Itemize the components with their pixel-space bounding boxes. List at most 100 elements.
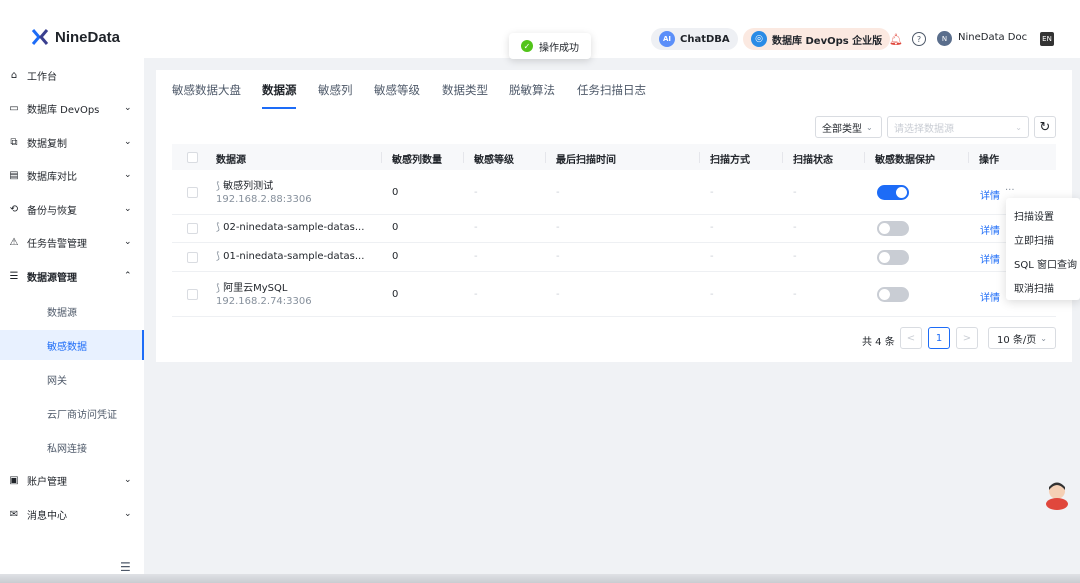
assistant-avatar-icon[interactable] — [1044, 480, 1070, 510]
sidebar-item-messages[interactable]: ✉ 消息中心 ⌄ — [0, 506, 144, 522]
column-divider — [545, 152, 546, 163]
sidebar-item-label: 备份与恢复 — [27, 205, 77, 217]
sidebar-item-gateway[interactable]: 网关 — [0, 370, 144, 388]
sidebar-item-label: 数据源 — [47, 307, 77, 319]
row-checkbox[interactable] — [187, 187, 198, 198]
row-checkbox[interactable] — [187, 289, 198, 300]
more-icon[interactable]: ··· — [1005, 185, 1015, 196]
datasource-name-text: 敏感列测试 — [223, 181, 274, 192]
sensitive-level: - — [474, 251, 478, 262]
protection-toggle[interactable] — [877, 185, 909, 200]
prev-page-button[interactable]: < — [900, 327, 922, 349]
datasource-filter-select[interactable]: 请选择数据源 ⌄ — [887, 116, 1029, 138]
details-link[interactable]: 详情 — [980, 187, 1000, 202]
help-icon[interactable]: ? — [912, 32, 926, 46]
monitor-icon: ▭ — [9, 102, 19, 114]
sidebar-item-label: 任务告警管理 — [27, 238, 87, 250]
select-all-checkbox[interactable] — [187, 152, 198, 163]
sidebar-item-label: 云厂商访问凭证 — [47, 409, 117, 421]
sidebar-item-cloud-credentials[interactable]: 云厂商访问凭证 — [0, 404, 144, 422]
protection-toggle[interactable] — [877, 250, 909, 265]
toggle-knob — [896, 187, 907, 198]
collapse-sidebar-icon[interactable]: ☰ — [120, 560, 131, 574]
protection-toggle[interactable] — [877, 287, 909, 302]
next-page-button[interactable]: > — [956, 327, 978, 349]
language-switch-icon[interactable]: EN — [1040, 32, 1054, 46]
sidebar-item-accounts[interactable]: ▣ 账户管理 ⌄ — [0, 472, 144, 488]
sidebar-item-label: 数据源管理 — [27, 272, 77, 284]
details-link[interactable]: 详情 — [980, 222, 1000, 237]
chatdba-button[interactable]: AI ChatDBA — [651, 28, 738, 50]
column-header: 敏感数据保护 — [875, 155, 935, 166]
backup-icon: ⟲ — [9, 203, 19, 215]
sensitive-column-count: 0 — [392, 251, 399, 262]
last-scan-time: - — [556, 289, 560, 300]
alarm-icon: ⚠ — [9, 236, 19, 248]
sidebar-item-private-network[interactable]: 私网连接 — [0, 438, 144, 456]
chevron-down-icon: ⌄ — [866, 122, 873, 132]
bell-icon[interactable]: 🔔︎ — [889, 32, 903, 46]
scan-mode: - — [710, 187, 714, 198]
refresh-button[interactable]: ↻ — [1034, 116, 1056, 138]
sidebar-item-label: 敏感数据 — [47, 341, 87, 353]
column-header: 扫描方式 — [710, 155, 750, 166]
tab-datasource[interactable]: 数据源 — [262, 82, 297, 98]
avatar[interactable]: N — [937, 31, 952, 46]
table-row — [172, 170, 1056, 215]
protection-toggle[interactable] — [877, 221, 909, 236]
scan-status: - — [793, 289, 797, 300]
chevron-down-icon: ⌄ — [124, 137, 132, 147]
last-scan-time: - — [556, 251, 560, 262]
sidebar-item-backup[interactable]: ⟲ 备份与恢复 ⌄ — [0, 201, 144, 217]
scan-mode: - — [710, 222, 714, 233]
page-number-button[interactable]: 1 — [928, 327, 950, 349]
row-checkbox[interactable] — [187, 252, 198, 263]
menu-item-scan-now[interactable]: 立即扫描 — [1014, 232, 1054, 247]
sidebar-item-label: 账户管理 — [27, 476, 67, 488]
sidebar-item-compare[interactable]: ▤ 数据库对比 ⌄ — [0, 167, 144, 183]
page-size-select[interactable]: 10 条/页 ⌄ — [988, 327, 1056, 349]
sensitive-column-count: 0 — [392, 222, 399, 233]
details-link[interactable]: 详情 — [980, 289, 1000, 304]
tab-masking-algorithms[interactable]: 脱敏算法 — [509, 82, 555, 98]
globe-icon: ◎ — [751, 31, 767, 47]
datasource-name[interactable]: ⟆ 敏感列测试 — [216, 177, 273, 192]
type-filter-select[interactable]: 全部类型 ⌄ — [815, 116, 882, 138]
tab-data-types[interactable]: 数据类型 — [442, 82, 488, 98]
sidebar-item-alerts[interactable]: ⚠ 任务告警管理 ⌄ — [0, 234, 144, 250]
sidebar-item-datasource[interactable]: 数据源 — [0, 302, 144, 320]
datasource-name[interactable]: ⟆ 02-ninedata-sample-datas... — [216, 222, 364, 233]
row-checkbox[interactable] — [187, 223, 198, 234]
sidebar-item-workbench[interactable]: ⌂ 工作台 — [0, 67, 144, 83]
tab-sensitive-levels[interactable]: 敏感等级 — [374, 82, 420, 98]
docs-link[interactable]: NineData Doc — [958, 32, 1027, 43]
sensitive-level: - — [474, 187, 478, 198]
tab-overview[interactable]: 敏感数据大盘 — [172, 82, 241, 98]
account-icon: ▣ — [9, 474, 19, 486]
sidebar-item-sensitive-data[interactable]: 敏感数据 — [0, 330, 144, 360]
sidebar-item-devops[interactable]: ▭ 数据库 DevOps ⌄ — [0, 100, 144, 116]
tab-scan-logs[interactable]: 任务扫描日志 — [577, 82, 646, 98]
menu-item-sql-query[interactable]: SQL 窗口查询 — [1014, 256, 1077, 271]
tab-sensitive-columns[interactable]: 敏感列 — [318, 82, 353, 98]
details-link[interactable]: 详情 — [980, 251, 1000, 266]
chevron-down-icon: ⌄ — [1040, 333, 1047, 343]
chevron-down-icon: ⌄ — [1015, 122, 1022, 132]
menu-item-scan-settings[interactable]: 扫描设置 — [1014, 208, 1054, 223]
datasource-name[interactable]: ⟆ 01-ninedata-sample-datas... — [216, 251, 364, 262]
devops-edition-button[interactable]: ◎ 数据库 DevOps 企业版 — [743, 28, 891, 50]
sidebar-item-datasource-mgmt[interactable]: ☰ 数据源管理 ⌃ — [0, 268, 144, 284]
scan-status: - — [793, 187, 797, 198]
toggle-knob — [879, 252, 890, 263]
brand-logo[interactable]: NineData — [30, 28, 120, 46]
column-header: 最后扫描时间 — [556, 155, 616, 166]
datasource-name[interactable]: ⟆ 阿里云MySQL — [216, 279, 287, 294]
chatdba-label: ChatDBA — [680, 33, 730, 45]
sidebar-item-label: 工作台 — [27, 71, 57, 83]
menu-item-cancel-scan[interactable]: 取消扫描 — [1014, 280, 1054, 295]
sidebar-item-replication[interactable]: ⧉ 数据复制 ⌄ — [0, 134, 144, 150]
column-header: 操作 — [979, 155, 999, 166]
column-header: 扫描状态 — [793, 155, 833, 166]
datasource-icon: ☰ — [9, 270, 19, 282]
datasource-name-text: 01-ninedata-sample-datas... — [223, 251, 365, 262]
